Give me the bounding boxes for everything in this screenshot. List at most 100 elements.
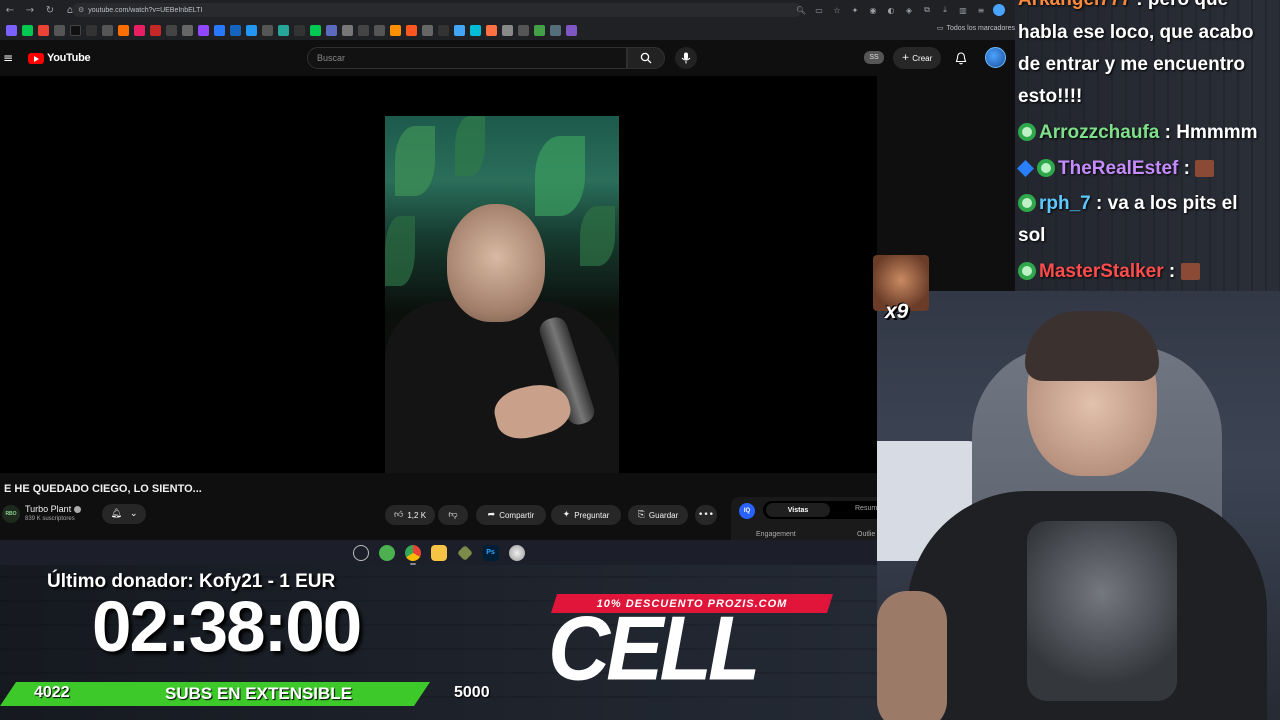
x-icon[interactable] xyxy=(54,24,65,36)
create-button[interactable]: + Crear xyxy=(893,47,941,69)
bookmark-icon[interactable] xyxy=(86,24,97,36)
notifications-button[interactable] xyxy=(952,49,970,67)
bookmark-icon[interactable] xyxy=(150,24,161,36)
tiktok-icon[interactable] xyxy=(70,24,81,36)
extension-icon[interactable]: ✦ xyxy=(849,4,861,16)
app-icon[interactable] xyxy=(456,544,473,561)
plant-leaf xyxy=(580,206,615,266)
tshirt-print xyxy=(1027,521,1177,701)
search-input[interactable] xyxy=(317,53,617,63)
extension-tabs: Vistas Resum xyxy=(763,501,877,519)
chat-text: : va a los pits el xyxy=(1096,193,1238,214)
extension-icon[interactable]: ◈ xyxy=(903,4,915,16)
save-label: Guardar xyxy=(648,510,679,520)
bookmark-icon[interactable] xyxy=(502,24,513,36)
search-button[interactable] xyxy=(627,47,665,69)
video-frame[interactable] xyxy=(385,116,619,473)
video-player[interactable] xyxy=(0,76,877,473)
download-icon[interactable]: ⤓ xyxy=(939,4,951,16)
bookmark-icon[interactable] xyxy=(118,24,129,36)
bookmark-icon[interactable] xyxy=(310,24,321,36)
bookmark-icon[interactable] xyxy=(326,24,337,36)
all-bookmarks-folder[interactable]: ▭ Todos los marcadores xyxy=(937,24,1015,32)
bookmark-icon[interactable] xyxy=(134,24,145,36)
chrome-icon[interactable] xyxy=(404,544,421,565)
verified-icon xyxy=(74,505,82,513)
bookmark-icon[interactable] xyxy=(22,24,33,36)
bookmark-star-icon[interactable]: ☆ xyxy=(831,4,843,16)
dislike-button[interactable]: 👎︎ xyxy=(438,505,468,525)
extension-icon[interactable]: ◉ xyxy=(867,4,879,16)
bookmark-icon[interactable] xyxy=(182,24,193,36)
chat-text: sol xyxy=(1018,225,1046,246)
bookmark-icon[interactable] xyxy=(102,24,113,36)
bookmark-icon[interactable] xyxy=(406,24,417,36)
more-actions-button[interactable]: ••• xyxy=(695,505,717,525)
cast-icon[interactable]: ▭ xyxy=(813,4,825,16)
chat-message: Arrozzchaufa : Hmmmm xyxy=(1018,117,1258,149)
browser-window: ← → ↻ ⌂ ⚙ youtube.com/watch?v=UEBeInbELT… xyxy=(0,0,1015,565)
extension-logo[interactable]: IQ xyxy=(739,503,755,519)
forward-icon[interactable]: → xyxy=(20,0,40,20)
bookmark-icon[interactable] xyxy=(454,24,465,36)
tab-resumen[interactable]: Resum xyxy=(855,505,877,512)
twitch-icon[interactable] xyxy=(198,24,209,36)
bookmark-icon[interactable] xyxy=(246,24,257,36)
obs-icon[interactable] xyxy=(352,544,369,561)
bookmark-icon[interactable] xyxy=(422,24,433,36)
sidebar-icon[interactable]: ▥ xyxy=(957,4,969,16)
extensions-puzzle-icon[interactable]: ⧉ xyxy=(921,4,933,16)
subs-current: 4022 xyxy=(34,684,70,701)
bookmark-icon[interactable] xyxy=(550,24,561,36)
back-icon[interactable]: ← xyxy=(0,0,20,20)
subscriber-badge-icon xyxy=(1018,262,1036,280)
app-icon[interactable] xyxy=(378,544,395,561)
bookmark-icon[interactable] xyxy=(166,24,177,36)
bookmark-icon[interactable] xyxy=(390,24,401,36)
share-button[interactable]: ➦ Compartir xyxy=(476,505,546,525)
site-info-icon[interactable]: ⚙ xyxy=(78,6,84,14)
bookmark-icon[interactable] xyxy=(278,24,289,36)
bookmark-icon[interactable] xyxy=(358,24,369,36)
ask-button[interactable]: ✦ Preguntar xyxy=(551,505,621,525)
bookmark-icon[interactable] xyxy=(262,24,273,36)
chat-message-continuation: de entrar y me encuentro xyxy=(1018,49,1245,81)
bookmark-icon[interactable] xyxy=(374,24,385,36)
save-button[interactable]: ⎘ Guardar xyxy=(628,505,688,525)
webcam-feed xyxy=(877,291,1280,720)
bookmark-icon[interactable] xyxy=(534,24,545,36)
bookmark-icon[interactable] xyxy=(518,24,529,36)
hamburger-menu-icon[interactable]: ≡ xyxy=(3,51,13,65)
photoshop-icon[interactable]: Ps xyxy=(482,544,499,561)
bookmark-icon[interactable] xyxy=(214,24,225,36)
gmail-icon[interactable] xyxy=(38,24,49,36)
bookmark-icon[interactable] xyxy=(342,24,353,36)
app-icon[interactable] xyxy=(508,544,525,561)
channel-avatar[interactable]: RBO xyxy=(2,505,20,523)
subscription-bell-button[interactable]: 🔔︎ ⌄ xyxy=(102,504,146,524)
tab-vistas[interactable]: Vistas xyxy=(766,503,830,517)
bookmark-icon[interactable] xyxy=(6,24,17,36)
bookmark-icon[interactable] xyxy=(566,24,577,36)
bookmark-icon[interactable] xyxy=(470,24,481,36)
zoom-icon[interactable]: 🔍︎ xyxy=(795,4,807,16)
user-avatar[interactable] xyxy=(985,47,1006,68)
plant-leaf xyxy=(395,126,435,196)
extension-icon[interactable]: ◐ xyxy=(885,4,897,16)
bookmark-icon[interactable] xyxy=(230,24,241,36)
reload-icon[interactable]: ↻ xyxy=(40,0,60,20)
plus-icon: + xyxy=(901,53,910,63)
menu-icon[interactable]: ≡ xyxy=(975,4,987,16)
youtube-logo[interactable]: YouTube xyxy=(28,52,91,64)
ss-badge[interactable]: SS xyxy=(864,51,884,64)
profile-icon[interactable] xyxy=(993,4,1005,16)
stream-timer: 02:38:00 xyxy=(92,588,362,667)
voice-search-button[interactable] xyxy=(675,47,697,69)
file-explorer-icon[interactable] xyxy=(430,544,447,561)
url-field[interactable]: ⚙ youtube.com/watch?v=UEBeInbELTI xyxy=(72,3,802,17)
like-button[interactable]: 👍︎ 1,2 K xyxy=(385,505,435,525)
channel-name[interactable]: Turbo Plant xyxy=(25,504,82,514)
bookmark-icon[interactable] xyxy=(438,24,449,36)
bookmark-icon[interactable] xyxy=(294,24,305,36)
bookmark-icon[interactable] xyxy=(486,24,497,36)
